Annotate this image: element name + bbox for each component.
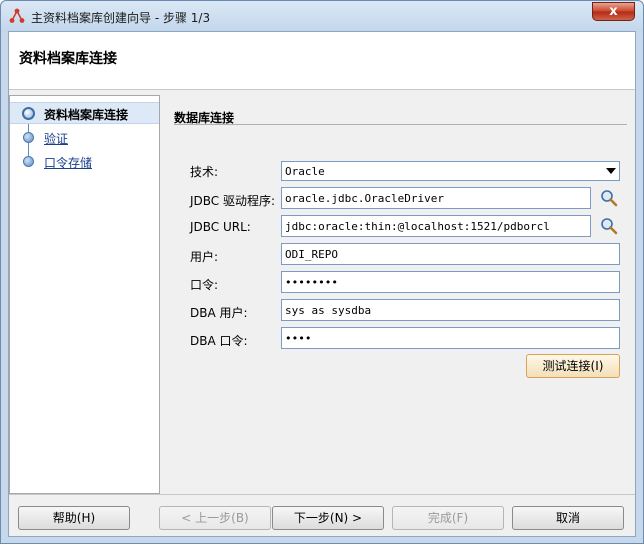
- dba-password-label: DBA 口令:: [190, 334, 248, 348]
- cancel-button[interactable]: 取消: [512, 506, 624, 530]
- step-navigation: 资料档案库连接 验证 口令存储: [9, 95, 160, 494]
- help-button[interactable]: 帮助(H): [18, 506, 130, 530]
- jdbc-driver-input[interactable]: oracle.jdbc.OracleDriver: [281, 187, 591, 209]
- section-divider: [174, 124, 627, 125]
- nav-item-label: 资料档案库连接: [44, 108, 129, 122]
- technology-label: 技术:: [190, 165, 219, 179]
- search-icon[interactable]: [600, 217, 618, 235]
- close-icon: x: [609, 4, 618, 19]
- content-panel: 数据库连接 技术: Oracle JDBC 驱动程序: oracle.jdbc.…: [160, 95, 635, 494]
- password-input[interactable]: ••••••••: [281, 271, 620, 293]
- finish-button[interactable]: 完成(F): [392, 506, 504, 530]
- nav-item-label: 验证: [44, 132, 69, 146]
- back-button[interactable]: < 上一步(B): [159, 506, 271, 530]
- title-bar[interactable]: 主资料档案库创建向导 - 步骤 1/3 x: [1, 1, 643, 31]
- chevron-down-icon: [606, 168, 616, 174]
- search-icon[interactable]: [600, 189, 618, 207]
- wizard-client-area: 资料档案库连接 资料档案库连接 验证 口令存储 数据库连接 技术: Oracle…: [8, 31, 636, 537]
- jdbc-url-label: JDBC URL:: [190, 220, 251, 234]
- header-panel: 资料档案库连接: [9, 32, 635, 90]
- user-label: 用户:: [190, 250, 219, 264]
- page-title: 资料档案库连接: [19, 51, 117, 67]
- window-title: 主资料档案库创建向导 - 步骤 1/3: [31, 11, 211, 25]
- technology-select[interactable]: Oracle: [281, 161, 620, 181]
- nav-item-label: 口令存储: [44, 156, 93, 170]
- next-button[interactable]: 下一步(N) >: [272, 506, 384, 530]
- wizard-window: 主资料档案库创建向导 - 步骤 1/3 x 资料档案库连接 资料档案库连接 验证…: [0, 0, 644, 544]
- close-button[interactable]: x: [592, 2, 635, 21]
- dba-user-label: DBA 用户:: [190, 306, 248, 320]
- nav-item-password-storage[interactable]: 口令存储: [10, 151, 159, 173]
- step-icon: [23, 132, 34, 143]
- jdbc-driver-label: JDBC 驱动程序:: [190, 194, 276, 208]
- password-label: 口令:: [190, 278, 219, 292]
- footer-divider: [9, 494, 635, 495]
- jdbc-url-input[interactable]: jdbc:oracle:thin:@localhost:1521/pdborcl: [281, 215, 591, 237]
- nav-item-repository-connection[interactable]: 资料档案库连接: [10, 102, 159, 124]
- nav-item-verify[interactable]: 验证: [10, 127, 159, 149]
- app-icon: [9, 8, 25, 23]
- technology-value: Oracle: [285, 165, 325, 178]
- current-step-icon: [22, 107, 35, 120]
- test-connection-button[interactable]: 测试连接(I): [526, 354, 620, 378]
- user-input[interactable]: ODI_REPO: [281, 243, 620, 265]
- step-icon: [23, 156, 34, 167]
- dba-password-input[interactable]: ••••: [281, 327, 620, 349]
- dba-user-input[interactable]: sys as sysdba: [281, 299, 620, 321]
